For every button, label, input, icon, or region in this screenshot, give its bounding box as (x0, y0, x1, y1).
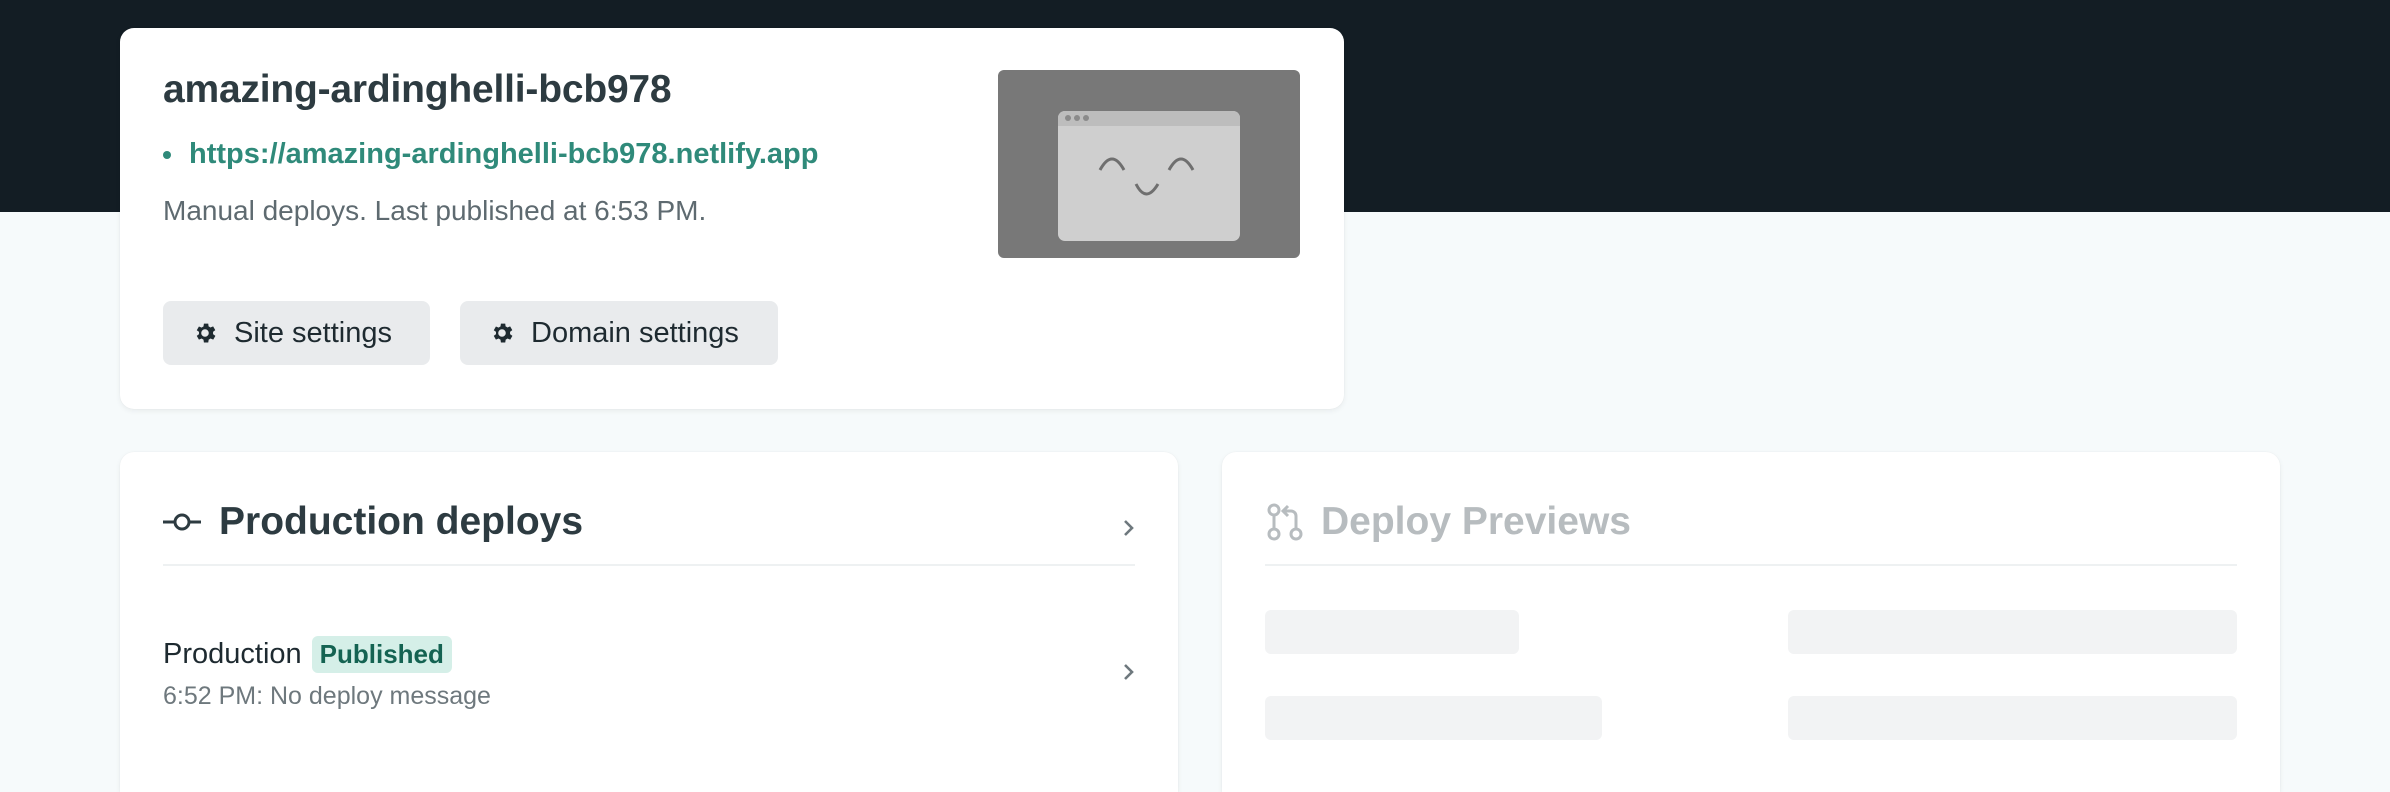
latest-production-deploy[interactable]: Production Published (163, 636, 452, 673)
production-deploys-card: Production deploys Production Published … (120, 452, 1178, 792)
chevron-right-icon[interactable] (1119, 518, 1139, 538)
site-thumbnail[interactable] (998, 70, 1300, 258)
divider (1265, 564, 2237, 566)
gear-icon (493, 323, 513, 343)
smiling-browser-icon (1058, 111, 1240, 241)
status-badge: Published (311, 636, 452, 673)
deploy-previews-title: Deploy Previews (1321, 500, 1631, 543)
domain-settings-label: Domain settings (531, 316, 739, 349)
deploy-message: 6:52 PM: No deploy message (163, 682, 491, 710)
deploy-label: Production (163, 638, 302, 670)
loading-placeholder (1788, 610, 2237, 654)
gear-icon (196, 323, 216, 343)
domain-settings-button[interactable]: Domain settings (460, 301, 778, 365)
loading-placeholder (1788, 696, 2237, 740)
site-status: Manual deploys. Last published at 6:53 P… (163, 195, 707, 226)
loading-placeholder (1265, 610, 1519, 654)
commit-icon (163, 513, 201, 531)
production-deploys-header[interactable]: Production deploys (163, 500, 583, 544)
chevron-right-icon[interactable] (1119, 662, 1139, 682)
deploy-previews-header[interactable]: Deploy Previews (1265, 500, 1631, 544)
site-settings-button[interactable]: Site settings (163, 301, 430, 365)
git-pull-request-icon (1267, 503, 1303, 541)
site-url-row: https://amazing-ardinghelli-bcb978.netli… (163, 138, 818, 171)
site-name: amazing-ardinghelli-bcb978 (163, 68, 672, 111)
production-deploys-title: Production deploys (219, 500, 584, 543)
site-overview-card: amazing-ardinghelli-bcb978 https://amazi… (120, 28, 1344, 409)
deploy-previews-card: Deploy Previews (1222, 452, 2280, 792)
site-settings-label: Site settings (234, 316, 392, 349)
bullet-icon (163, 150, 171, 159)
site-url-link[interactable]: https://amazing-ardinghelli-bcb978.netli… (189, 138, 818, 171)
divider (163, 564, 1135, 566)
loading-placeholder (1265, 696, 1602, 740)
